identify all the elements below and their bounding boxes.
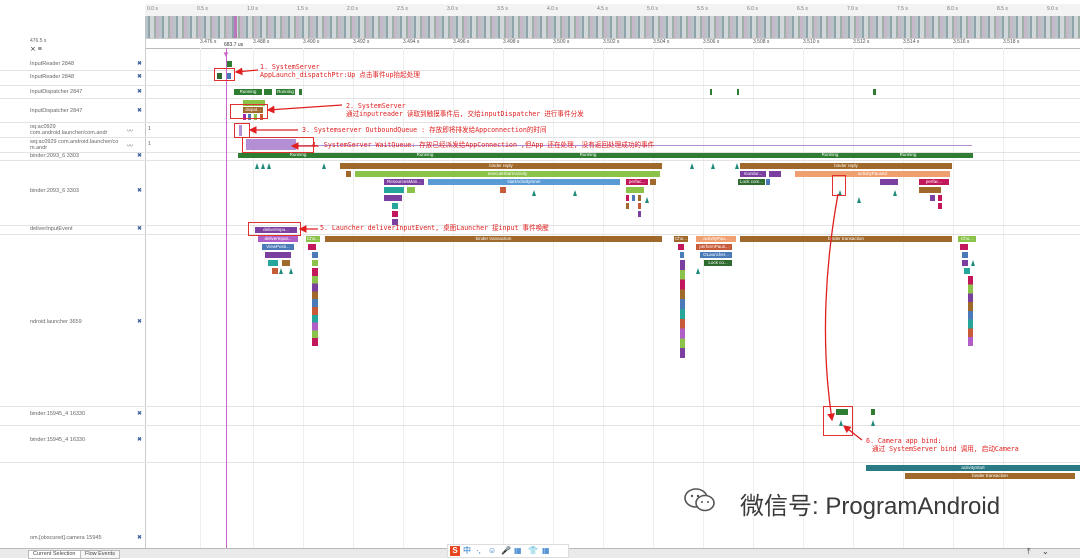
chevron-down-icon[interactable]: ⌄ <box>1042 547 1049 556</box>
ime-toolbar[interactable]: S 中 ·, ☺ 🎤 ▦ 👕 ▦ <box>447 544 569 558</box>
arrow <box>824 193 839 422</box>
annotation-6: 6. Camera app bind: 通过 SystemServer bind… <box>866 437 1019 453</box>
annotation-line: 通过inputreader 读取到触摸事件后, 交给inputDispatche… <box>346 110 584 118</box>
annotation-4: 4. SystemServer WaitQueue: 存放已经派发给AppCon… <box>312 141 655 149</box>
ime-chinese-mode-icon[interactable]: 中 <box>463 546 471 556</box>
annotation-line: AppLaunch_dispatchPtr:Up 点击事件up抬起处理 <box>260 71 420 79</box>
ime-toolbox-icon[interactable]: ▦ <box>542 546 550 556</box>
tab-flow-events[interactable]: Flow Events <box>80 550 120 559</box>
ime-voice-icon[interactable]: 🎤 <box>501 546 511 556</box>
annotation-1: 1. SystemServer AppLaunch_dispatchPtr:Up… <box>260 63 420 79</box>
ime-punctuation-icon[interactable]: ·, <box>476 546 481 556</box>
ime-keyboard-icon[interactable]: ▦ <box>514 546 522 556</box>
ime-emoji-icon[interactable]: ☺ <box>488 546 496 556</box>
annotation-5: 5. Launcher deliverInputEvent, 桌面Launche… <box>320 224 549 232</box>
tab-current-selection[interactable]: Current Selection <box>28 550 81 559</box>
watermark-text: 微信号: ProgramAndroid <box>740 493 1001 520</box>
arrow <box>234 67 259 76</box>
annotation-line: 通过 SystemServer bind 调用, 启动Camera <box>872 445 1019 453</box>
annotation-3: 3. Systemserver OutboundQueue : 存放即将排发给A… <box>302 126 547 134</box>
annotation-line: 1. SystemServer <box>260 63 320 71</box>
annotation-arrows <box>234 67 863 441</box>
arrow <box>842 425 863 441</box>
arrow <box>266 104 343 114</box>
ime-logo-icon[interactable]: S <box>450 546 460 556</box>
expand-panel-icon[interactable]: ⤒ <box>1027 547 1031 557</box>
wechat-logo-icon <box>684 488 715 512</box>
annotation-line: 2. SystemServer <box>346 102 406 110</box>
annotation-line: 6. Camera app bind: <box>866 437 942 445</box>
annotation-2: 2. SystemServer 通过inputreader 读取到触摸事件后, … <box>346 102 584 118</box>
ime-skin-icon[interactable]: 👕 <box>528 546 538 556</box>
